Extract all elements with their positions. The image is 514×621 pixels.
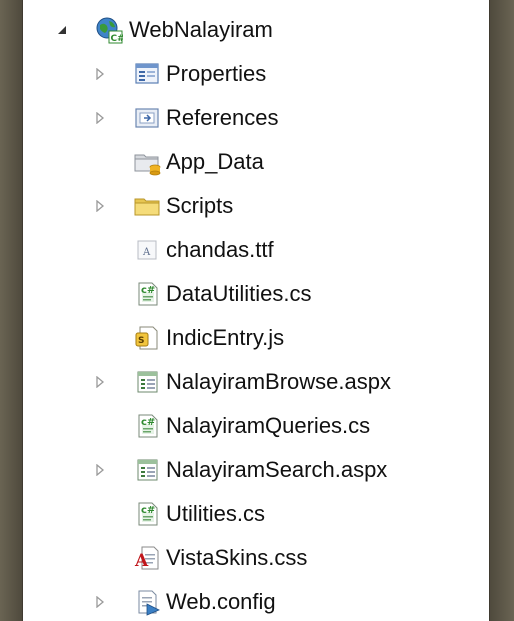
expand-arrow-icon[interactable] <box>93 67 107 81</box>
svg-text:C#: C# <box>111 34 124 44</box>
tree-item-chandas-ttf[interactable]: A chandas.ttf <box>23 228 489 272</box>
tree-item-label: NalayiramBrowse.aspx <box>166 369 391 394</box>
tree-item-label: chandas.ttf <box>166 237 274 262</box>
tree-item-label: VistaSkins.css <box>166 545 308 570</box>
window-frame-left <box>0 0 22 621</box>
aspx-page-icon <box>133 456 161 484</box>
expand-arrow-icon[interactable] <box>93 111 107 125</box>
tree-item-label: Web.config <box>166 589 276 614</box>
references-icon <box>133 104 161 132</box>
svg-text:S: S <box>138 336 144 346</box>
tree-item-label: References <box>166 105 279 130</box>
solution-tree: C# WebNalayiram Properti <box>23 8 489 621</box>
tree-item-web-config[interactable]: Web.config <box>23 580 489 621</box>
tree-item-nalayiramqueries-cs[interactable]: c# NalayiramQueries.cs <box>23 404 489 448</box>
solution-explorer-panel: C# WebNalayiram Properti <box>22 0 490 621</box>
csharp-file-icon: c# <box>133 412 161 440</box>
tree-item-vistaskins-css[interactable]: A VistaSkins.css <box>23 536 489 580</box>
tree-item-label: IndicEntry.js <box>166 325 285 350</box>
expand-arrow-icon[interactable] <box>93 463 107 477</box>
tree-item-label: NalayiramQueries.cs <box>166 413 371 438</box>
tree-item-label: Properties <box>166 61 267 86</box>
tree-root-webnalayiram[interactable]: C# WebNalayiram <box>23 8 489 52</box>
tree-item-nalayiramsearch-aspx[interactable]: NalayiramSearch.aspx <box>23 448 489 492</box>
csharp-file-icon: c# <box>133 500 161 528</box>
tree-item-app-data[interactable]: App_Data <box>23 140 489 184</box>
expand-arrow-icon[interactable] <box>93 375 107 389</box>
svg-text:c#: c# <box>141 417 155 428</box>
svg-text:A: A <box>142 247 151 258</box>
tree-item-label: DataUtilities.cs <box>166 281 312 306</box>
tree-item-datautilities-cs[interactable]: c# DataUtilities.cs <box>23 272 489 316</box>
tree-item-utilities-cs[interactable]: c# Utilities.cs <box>23 492 489 536</box>
tree-item-indicentry-js[interactable]: S IndicEntry.js <box>23 316 489 360</box>
aspx-page-icon <box>133 368 161 396</box>
config-file-icon <box>133 588 161 616</box>
tree-item-label: Scripts <box>166 193 234 218</box>
tree-item-scripts[interactable]: Scripts <box>23 184 489 228</box>
svg-text:c#: c# <box>141 285 155 296</box>
web-project-icon: C# <box>95 16 125 44</box>
javascript-file-icon: S <box>133 324 161 352</box>
tree-item-label: App_Data <box>166 149 264 174</box>
tree-item-properties[interactable]: Properties <box>23 52 489 96</box>
folder-icon <box>133 192 161 220</box>
csharp-file-icon: c# <box>133 280 161 308</box>
svg-text:c#: c# <box>141 505 155 516</box>
css-file-icon: A <box>133 544 161 572</box>
window-frame-right <box>490 0 514 621</box>
tree-item-references[interactable]: References <box>23 96 489 140</box>
svg-text:A: A <box>134 551 149 571</box>
collapse-arrow-icon[interactable] <box>55 23 69 37</box>
tree-item-nalayirambrowse-aspx[interactable]: NalayiramBrowse.aspx <box>23 360 489 404</box>
tree-root-label: WebNalayiram <box>129 17 273 42</box>
font-file-icon: A <box>133 236 161 264</box>
expand-arrow-icon[interactable] <box>93 199 107 213</box>
expand-arrow-icon[interactable] <box>93 595 107 609</box>
tree-item-label: NalayiramSearch.aspx <box>166 457 388 482</box>
tree-item-label: Utilities.cs <box>166 501 266 526</box>
app-data-folder-icon <box>133 148 161 176</box>
properties-icon <box>133 60 161 88</box>
